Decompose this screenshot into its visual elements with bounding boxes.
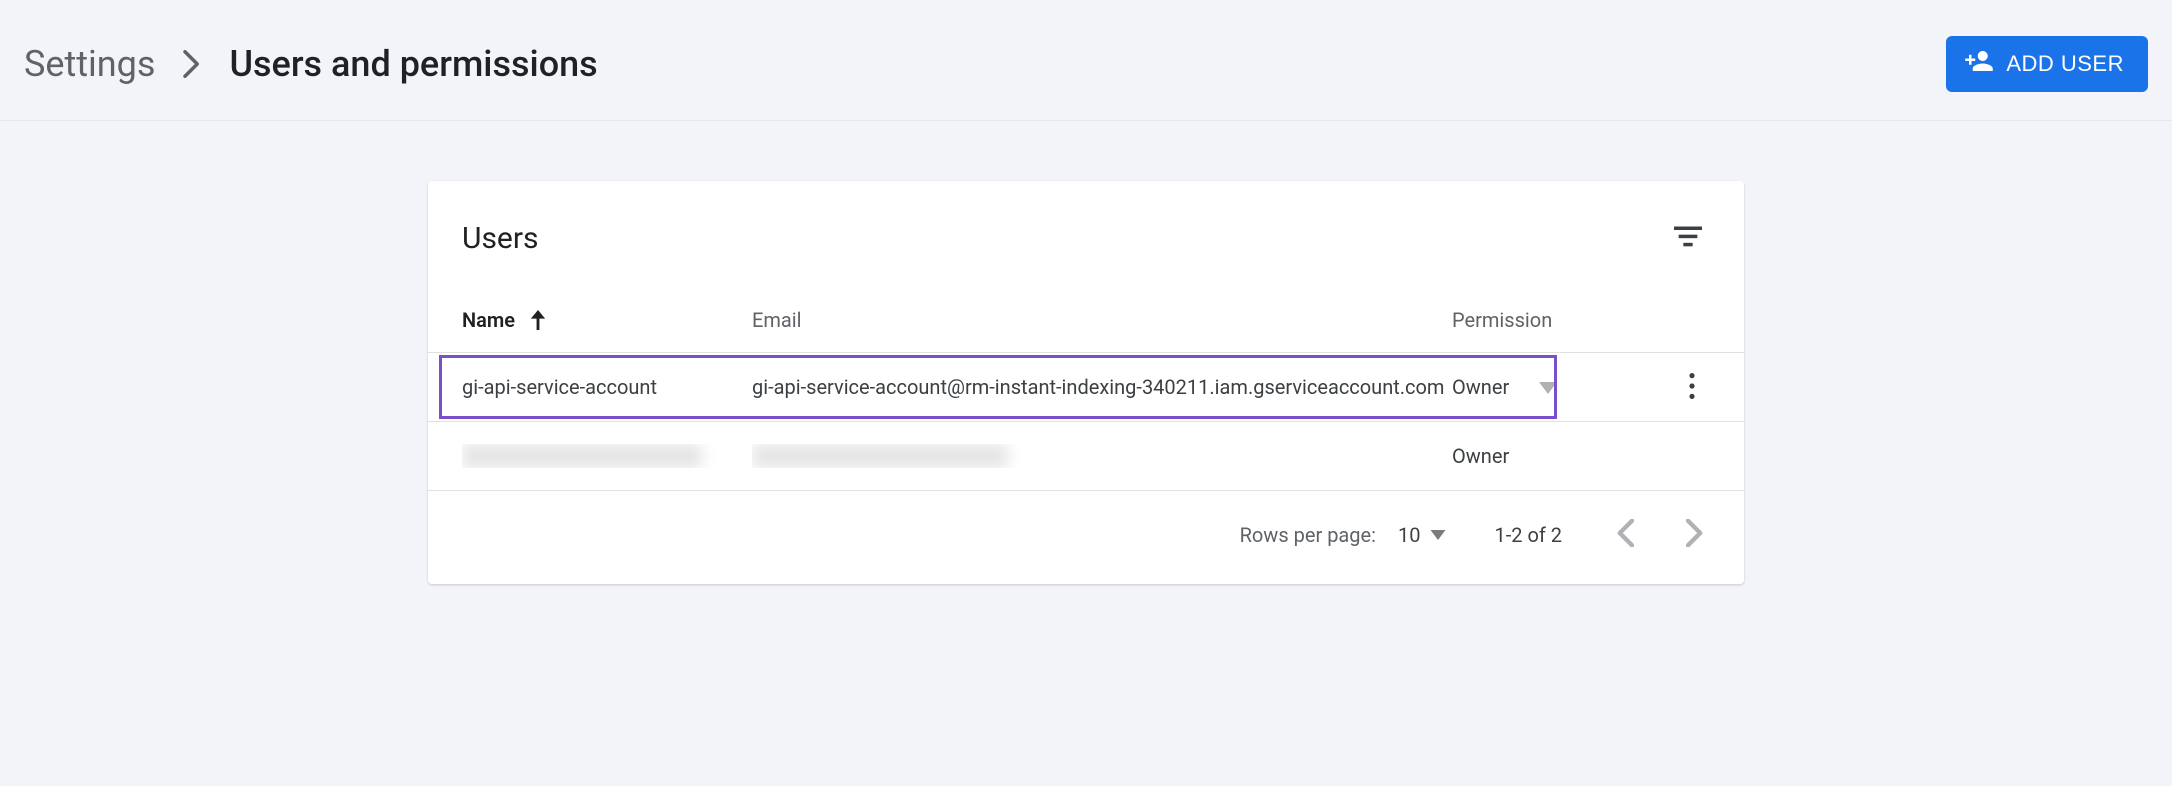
pagination-range: 1-2 of 2 xyxy=(1494,523,1562,547)
caret-down-icon xyxy=(1430,530,1446,540)
chevron-right-icon xyxy=(183,50,201,78)
breadcrumb-settings[interactable]: Settings xyxy=(24,43,155,85)
chevron-left-icon xyxy=(1616,535,1634,550)
column-header-permission[interactable]: Permission xyxy=(1452,308,1632,332)
row-menu-button[interactable] xyxy=(1674,365,1710,410)
next-page-button[interactable] xyxy=(1680,513,1710,556)
users-card: Users Name Email Permission gi-api-servi… xyxy=(428,181,1744,584)
rows-per-page-label: Rows per page: xyxy=(1240,523,1376,547)
caret-down-icon xyxy=(1539,375,1557,399)
filter-button[interactable] xyxy=(1666,217,1710,260)
sort-ascending-icon xyxy=(529,310,547,330)
cell-email-redacted xyxy=(752,444,1452,468)
cell-name-redacted xyxy=(462,444,752,468)
add-user-label: ADD USER xyxy=(2006,51,2124,77)
users-table: Name Email Permission gi-api-service-acc… xyxy=(428,308,1744,584)
breadcrumb: Settings Users and permissions xyxy=(24,43,598,85)
page-header: Settings Users and permissions ADD USER xyxy=(0,0,2172,121)
rows-per-page-select[interactable]: 10 xyxy=(1398,523,1446,547)
column-header-email[interactable]: Email xyxy=(752,308,1452,332)
pager xyxy=(1610,513,1710,556)
kebab-icon xyxy=(1682,387,1702,402)
permission-dropdown[interactable] xyxy=(1539,375,1557,399)
table-row[interactable]: gi-api-service-account gi-api-service-ac… xyxy=(428,353,1744,422)
chevron-right-icon xyxy=(1686,535,1704,550)
cell-permission: Owner xyxy=(1452,444,1632,468)
column-header-name[interactable]: Name xyxy=(462,308,752,332)
filter-icon xyxy=(1674,237,1702,252)
permission-value: Owner xyxy=(1452,375,1509,399)
rows-per-page-value: 10 xyxy=(1398,523,1420,547)
cell-permission: Owner xyxy=(1452,375,1632,399)
row-actions xyxy=(1632,365,1710,410)
table-row[interactable]: Owner xyxy=(428,422,1744,491)
cell-email: gi-api-service-account@rm-instant-indexi… xyxy=(752,375,1452,399)
add-user-button[interactable]: ADD USER xyxy=(1946,36,2148,92)
cell-name: gi-api-service-account xyxy=(462,375,752,399)
prev-page-button[interactable] xyxy=(1610,513,1640,556)
breadcrumb-current: Users and permissions xyxy=(229,43,597,85)
rows-per-page: Rows per page: 10 xyxy=(1240,523,1447,547)
column-name-label: Name xyxy=(462,308,515,332)
card-title: Users xyxy=(462,221,539,256)
add-user-icon xyxy=(1964,46,1994,82)
table-header-row: Name Email Permission xyxy=(428,308,1744,353)
permission-value: Owner xyxy=(1452,444,1509,468)
card-header: Users xyxy=(428,181,1744,308)
table-footer: Rows per page: 10 1-2 of 2 xyxy=(428,491,1744,584)
